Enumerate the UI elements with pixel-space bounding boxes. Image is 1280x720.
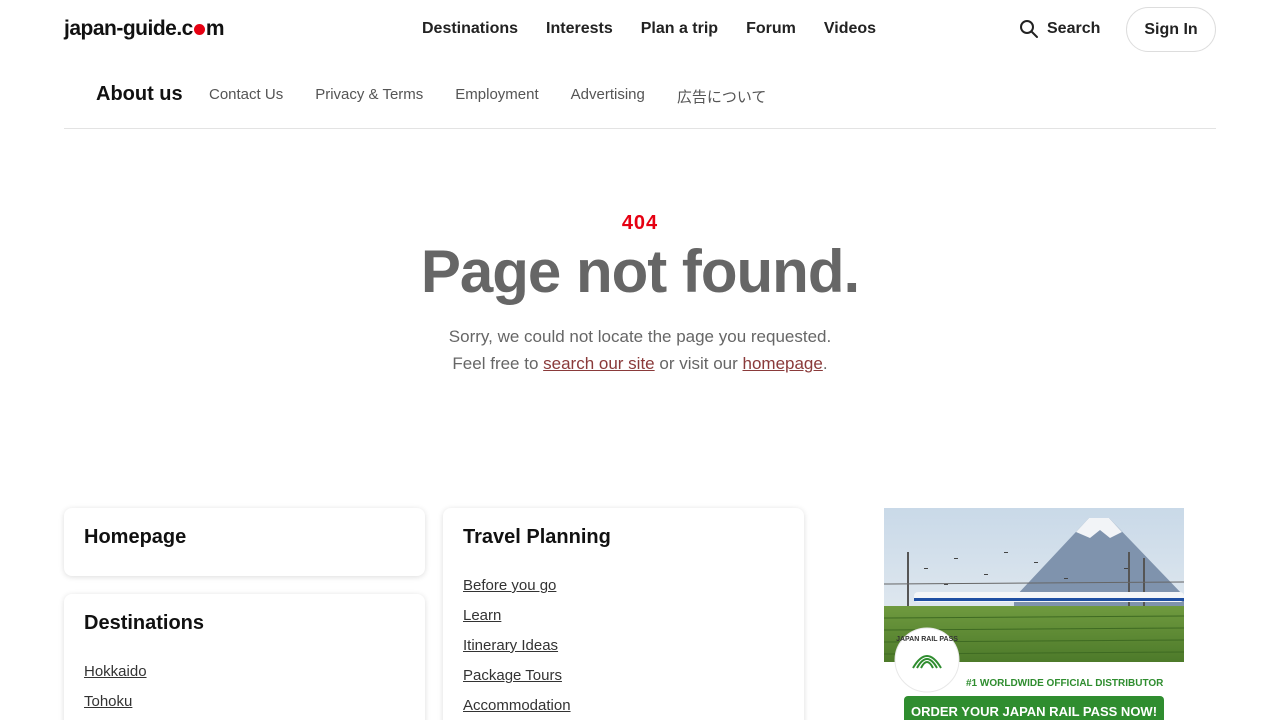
homepage-link[interactable]: homepage bbox=[743, 354, 823, 373]
homepage-card-title: Homepage bbox=[84, 526, 187, 548]
ad-badge-text: JAPAN RAIL PASS bbox=[896, 636, 958, 643]
site-header: japan-guide.c m Destinations Interests Pl… bbox=[0, 0, 1280, 60]
nav-destinations[interactable]: Destinations bbox=[422, 20, 518, 38]
subnav-privacy-terms[interactable]: Privacy & Terms bbox=[315, 86, 423, 107]
destinations-list: Hokkaido Tohoku bbox=[84, 657, 405, 717]
subnav-employment[interactable]: Employment bbox=[455, 86, 538, 107]
nav-interests[interactable]: Interests bbox=[546, 20, 613, 38]
link-accommodation[interactable]: Accommodation bbox=[463, 697, 571, 714]
search-button[interactable]: Search bbox=[1019, 19, 1100, 39]
error-suggestion: Feel free to search our site or visit ou… bbox=[452, 354, 828, 373]
list-item: Itinerary Ideas bbox=[463, 631, 784, 661]
error-heading: Page not found. bbox=[420, 238, 860, 305]
subnav-links: Contact Us Privacy & Terms Employment Ad… bbox=[209, 86, 766, 107]
site-logo[interactable]: japan-guide.c m bbox=[64, 17, 225, 41]
order-rail-pass-button[interactable]: ORDER YOUR JAPAN RAIL PASS NOW! bbox=[904, 696, 1164, 720]
link-package-tours[interactable]: Package Tours bbox=[463, 667, 562, 684]
list-item: Tohoku bbox=[84, 687, 405, 717]
list-item: Learn bbox=[463, 601, 784, 631]
homepage-card[interactable]: Homepage bbox=[64, 508, 425, 576]
nav-plan-a-trip[interactable]: Plan a trip bbox=[641, 20, 718, 38]
sign-in-button[interactable]: Sign In bbox=[1126, 7, 1216, 52]
subnav-contact-us[interactable]: Contact Us bbox=[209, 86, 283, 107]
subnav-title: About us bbox=[96, 83, 183, 105]
ad-tagline: #1 WORLDWIDE OFFICIAL DISTRIBUTOR bbox=[966, 678, 1164, 689]
link-learn[interactable]: Learn bbox=[463, 607, 501, 624]
error-message: Sorry, we could not locate the page you … bbox=[448, 327, 832, 346]
list-item: Hokkaido bbox=[84, 657, 405, 687]
link-itinerary-ideas[interactable]: Itinerary Ideas bbox=[463, 637, 558, 654]
nav-forum[interactable]: Forum bbox=[746, 20, 796, 38]
rail-pass-ad[interactable]: JAPAN RAIL PASS #1 WORLDWIDE OFFICIAL DI… bbox=[884, 508, 1184, 720]
link-tohoku[interactable]: Tohoku bbox=[84, 693, 132, 710]
travel-planning-card: Travel Planning Before you go Learn Itin… bbox=[443, 508, 804, 720]
list-item: Accommodation bbox=[463, 691, 784, 720]
search-site-link[interactable]: search our site bbox=[543, 354, 655, 373]
error-section: 404 Page not found. Sorry, we could not … bbox=[0, 212, 1280, 377]
subnav-advertising[interactable]: Advertising bbox=[571, 86, 645, 107]
subnav-advertising-japanese[interactable]: 広告について bbox=[677, 86, 767, 107]
nav-videos[interactable]: Videos bbox=[824, 20, 876, 38]
destinations-card: Destinations Hokkaido Tohoku bbox=[64, 594, 425, 720]
travel-planning-card-title: Travel Planning bbox=[463, 526, 611, 548]
list-item: Package Tours bbox=[463, 661, 784, 691]
error-code: 404 bbox=[621, 212, 659, 234]
destinations-card-title: Destinations bbox=[84, 612, 205, 634]
travel-planning-list: Before you go Learn Itinerary Ideas Pack… bbox=[463, 571, 784, 720]
about-subnav: About us Contact Us Privacy & Terms Empl… bbox=[64, 60, 1216, 129]
link-hokkaido[interactable]: Hokkaido bbox=[84, 663, 147, 680]
link-before-you-go[interactable]: Before you go bbox=[463, 577, 556, 594]
search-label: Search bbox=[1047, 20, 1101, 37]
list-item: Before you go bbox=[463, 571, 784, 601]
search-icon bbox=[1020, 20, 1038, 38]
main-nav: Destinations Interests Plan a trip Forum… bbox=[422, 20, 876, 38]
logo-red-dot bbox=[193, 24, 205, 35]
